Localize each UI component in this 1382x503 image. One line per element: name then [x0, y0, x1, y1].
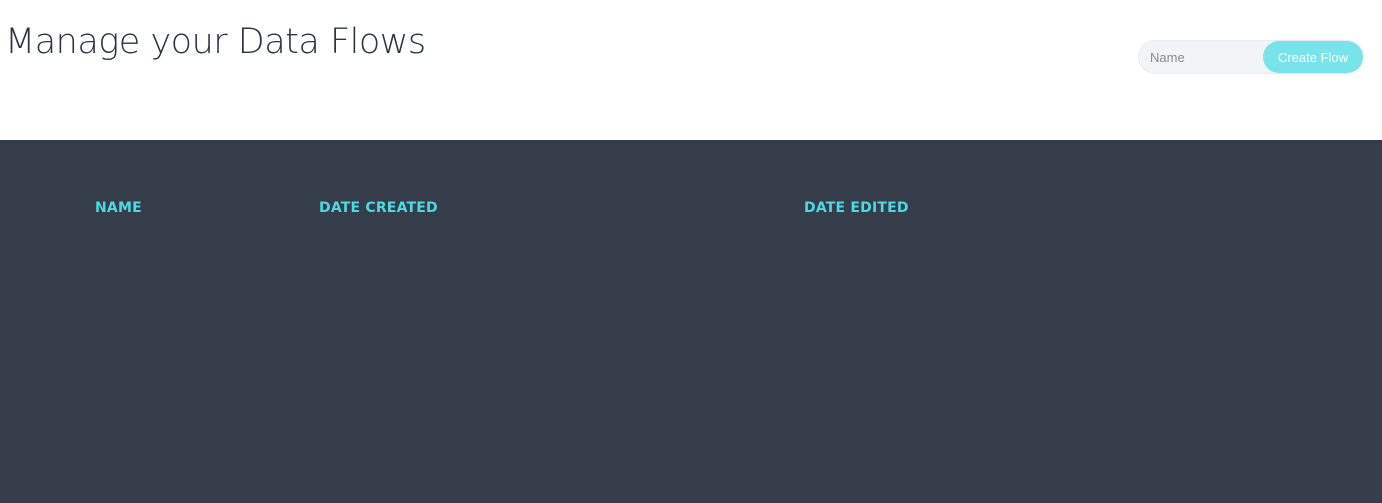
column-header-name[interactable]: NAME [95, 200, 142, 216]
column-header-date-created[interactable]: DATE CREATED [319, 200, 438, 216]
page-title: Manage your Data Flows [5, 22, 426, 62]
column-header-date-edited[interactable]: DATE EDITED [804, 200, 909, 216]
page-header: Manage your Data Flows Create Flow [0, 0, 1382, 140]
create-flow-button[interactable]: Create Flow [1263, 41, 1363, 73]
flows-table: NAME DATE CREATED DATE EDITED [0, 140, 1382, 503]
flows-table-header: NAME DATE CREATED DATE EDITED [0, 140, 1382, 276]
flow-name-input[interactable] [1139, 41, 1263, 73]
create-flow-form: Create Flow [1138, 40, 1364, 74]
page: Manage your Data Flows Create Flow NAME … [0, 0, 1382, 503]
